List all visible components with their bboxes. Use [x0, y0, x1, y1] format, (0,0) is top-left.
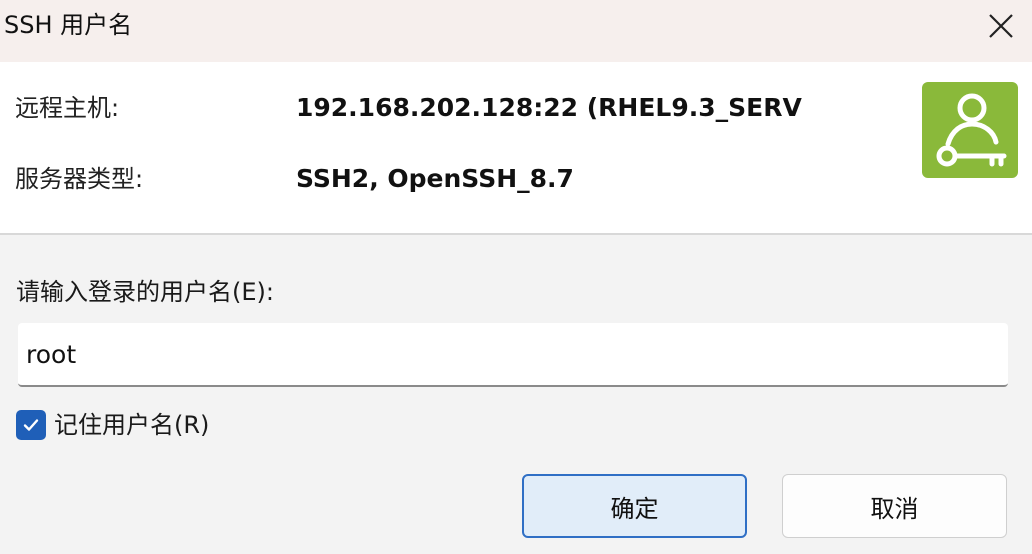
user-key-icon — [936, 93, 1007, 167]
remote-host-value: 192.168.202.128:22 (RHEL9.3_SERV — [296, 93, 802, 122]
username-prompt-label: 请输入登录的用户名(E): — [16, 278, 274, 306]
title-bar: SSH 用户名 — [0, 0, 1032, 62]
section-divider — [0, 233, 1032, 235]
close-button[interactable] — [970, 0, 1032, 52]
server-type-label: 服务器类型: — [15, 165, 144, 193]
ssh-username-dialog: SSH 用户名 远程主机: 192.168.202.128:22 (RHEL9.… — [0, 0, 1032, 554]
connection-info-panel: 远程主机: 192.168.202.128:22 (RHEL9.3_SERV 服… — [0, 62, 1032, 233]
remember-username-label: 记住用户名(R) — [54, 411, 210, 439]
close-icon — [989, 14, 1013, 38]
checkbox-checked-icon — [16, 410, 46, 440]
remember-username-checkbox[interactable]: 记住用户名(R) — [16, 409, 209, 441]
username-input[interactable] — [18, 323, 1008, 387]
ok-button[interactable]: 确定 — [522, 474, 747, 538]
cancel-button[interactable]: 取消 — [782, 474, 1007, 538]
user-key-logo — [922, 82, 1018, 178]
remote-host-label: 远程主机: — [15, 94, 120, 122]
window-title: SSH 用户名 — [4, 11, 133, 39]
server-type-value: SSH2, OpenSSH_8.7 — [296, 164, 574, 193]
